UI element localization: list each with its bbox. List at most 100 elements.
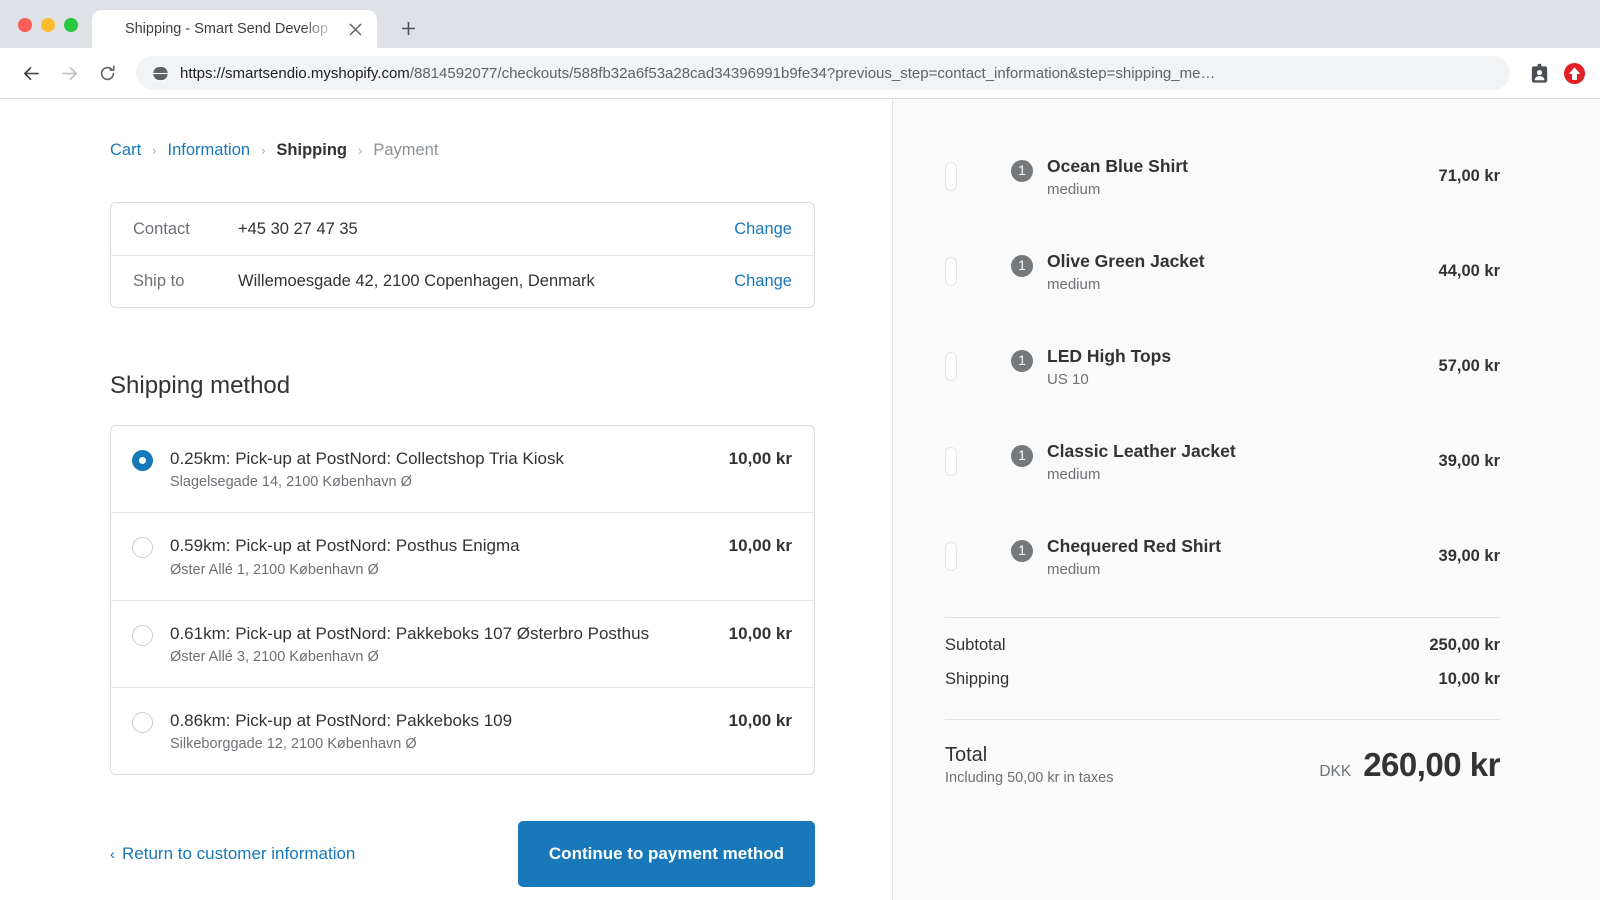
shipping-option-0[interactable]: 0.25km: Pick-up at PostNord: Collectshop… xyxy=(111,426,814,512)
contact-card-icon[interactable] xyxy=(1528,62,1551,85)
address-bar[interactable]: https://smartsendio.myshopify.com/881459… xyxy=(136,56,1510,90)
list-item: 1 Classic Leather Jacket medium 39,00 kr xyxy=(945,414,1500,509)
product-variant: medium xyxy=(1047,561,1423,578)
product-name: LED High Tops xyxy=(1047,345,1423,368)
product-variant: medium xyxy=(1047,466,1423,483)
product-name: Olive Green Jacket xyxy=(1047,250,1423,273)
total-tax-note: Including 50,00 kr in taxes xyxy=(945,770,1113,786)
list-item: 1 Olive Green Jacket medium 44,00 kr xyxy=(945,224,1500,319)
product-variant: US 10 xyxy=(1047,371,1423,388)
checkout-actions: ‹ Return to customer information Continu… xyxy=(110,821,815,887)
product-thumbnail: 1 xyxy=(945,453,1025,471)
shipping-option-1[interactable]: 0.59km: Pick-up at PostNord: Posthus Eni… xyxy=(111,512,814,599)
minimize-window-button[interactable] xyxy=(41,18,55,32)
shipping-total-value: 10,00 kr xyxy=(1439,670,1500,689)
extension-icons xyxy=(1524,62,1586,85)
quantity-badge: 1 xyxy=(1009,538,1035,564)
new-tab-icon[interactable] xyxy=(391,11,425,45)
quantity-badge: 1 xyxy=(1009,348,1035,374)
shipping-option-address: Silkeborggade 12, 2100 København Ø xyxy=(170,736,711,752)
product-price: 71,00 kr xyxy=(1439,167,1500,186)
shipping-method-list: 0.25km: Pick-up at PostNord: Collectshop… xyxy=(110,425,815,775)
shipping-option-address: Slagelsegade 14, 2100 København Ø xyxy=(170,474,711,490)
radio-icon[interactable] xyxy=(132,537,153,558)
ship-to-row: Ship to Willemoesgade 42, 2100 Copenhage… xyxy=(111,255,814,307)
close-window-button[interactable] xyxy=(18,18,32,32)
summary-divider xyxy=(945,617,1500,618)
total-amount: 260,00 kr xyxy=(1363,746,1500,784)
shipping-option-name: 0.61km: Pick-up at PostNord: Pakkeboks 1… xyxy=(170,624,649,643)
ship-to-value: Willemoesgade 42, 2100 Copenhagen, Denma… xyxy=(238,272,734,291)
chevron-left-icon: ‹ xyxy=(110,846,115,863)
url-host: https://smartsendio.myshopify.com xyxy=(180,65,410,82)
product-name: Ocean Blue Shirt xyxy=(1047,155,1423,178)
shipping-option-3[interactable]: 0.86km: Pick-up at PostNord: Pakkeboks 1… xyxy=(111,687,814,774)
subtotal-label: Subtotal xyxy=(945,636,1006,655)
contact-value: +45 30 27 47 35 xyxy=(238,220,734,239)
url-text: https://smartsendio.myshopify.com/881459… xyxy=(180,65,1215,82)
maximize-window-button[interactable] xyxy=(64,18,78,32)
product-price: 39,00 kr xyxy=(1439,547,1500,566)
shipping-option-price: 10,00 kr xyxy=(729,710,792,731)
url-path: /8814592077/checkouts/588fb32a6f53a28cad… xyxy=(410,65,1216,82)
shipping-option-price: 10,00 kr xyxy=(729,623,792,644)
return-to-customer-information-link[interactable]: ‹ Return to customer information xyxy=(110,844,355,864)
total-label: Total xyxy=(945,744,1113,767)
tab-strip: Shipping - Smart Send Develop xyxy=(0,0,1600,48)
product-price: 39,00 kr xyxy=(1439,452,1500,471)
product-variant: medium xyxy=(1047,181,1423,198)
quantity-badge: 1 xyxy=(1009,158,1035,184)
shipping-option-name: 0.86km: Pick-up at PostNord: Pakkeboks 1… xyxy=(170,711,512,730)
checkout-main: Cart › Information › Shipping › Payment … xyxy=(0,99,893,900)
breadcrumb-item-information[interactable]: Information xyxy=(168,141,251,160)
radio-icon[interactable] xyxy=(132,625,153,646)
radio-icon-selected[interactable] xyxy=(132,450,153,471)
breadcrumb-item-cart[interactable]: Cart xyxy=(110,141,141,160)
browser-window: Shipping - Smart Send Develop https://sm… xyxy=(0,0,1600,900)
product-thumbnail: 1 xyxy=(945,263,1025,281)
close-tab-icon[interactable] xyxy=(343,17,367,41)
subtotal-value: 250,00 kr xyxy=(1429,636,1500,655)
shipping-option-address: Øster Allé 1, 2100 København Ø xyxy=(170,562,711,578)
shipping-option-2[interactable]: 0.61km: Pick-up at PostNord: Pakkeboks 1… xyxy=(111,600,814,687)
chevron-right-icon: › xyxy=(358,143,362,158)
product-thumbnail: 1 xyxy=(945,358,1025,376)
breadcrumb-item-payment: Payment xyxy=(373,141,438,160)
return-link-label: Return to customer information xyxy=(122,844,355,864)
total-section: Total Including 50,00 kr in taxes DKK 26… xyxy=(945,719,1500,786)
change-address-link[interactable]: Change xyxy=(734,272,792,291)
customer-info-card: Contact +45 30 27 47 35 Change Ship to W… xyxy=(110,202,815,308)
chevron-right-icon: › xyxy=(152,143,156,158)
quantity-badge: 1 xyxy=(1009,253,1035,279)
forward-icon[interactable] xyxy=(52,56,86,90)
shipping-option-price: 10,00 kr xyxy=(729,448,792,469)
browser-tab[interactable]: Shipping - Smart Send Develop xyxy=(92,10,377,48)
list-item: 1 Ocean Blue Shirt medium 71,00 kr xyxy=(945,129,1500,224)
order-summary-sidebar: 1 Ocean Blue Shirt medium 71,00 kr 1 Oli… xyxy=(893,99,1600,900)
back-icon[interactable] xyxy=(14,56,48,90)
ship-to-label: Ship to xyxy=(133,272,238,291)
shipping-option-name: 0.59km: Pick-up at PostNord: Posthus Eni… xyxy=(170,536,520,555)
contact-label: Contact xyxy=(133,220,238,239)
list-item: 1 LED High Tops US 10 57,00 kr xyxy=(945,319,1500,414)
product-thumbnail: 1 xyxy=(945,548,1025,566)
subtotal-row: Subtotal 250,00 kr xyxy=(945,628,1500,662)
product-variant: medium xyxy=(1047,276,1423,293)
breadcrumb: Cart › Information › Shipping › Payment xyxy=(110,141,815,160)
shipping-total-row: Shipping 10,00 kr xyxy=(945,662,1500,696)
browser-toolbar: https://smartsendio.myshopify.com/881459… xyxy=(0,48,1600,99)
product-price: 57,00 kr xyxy=(1439,357,1500,376)
shipping-option-address: Øster Allé 3, 2100 København Ø xyxy=(170,649,711,665)
breadcrumb-item-shipping: Shipping xyxy=(276,141,347,160)
continue-to-payment-button[interactable]: Continue to payment method xyxy=(518,821,815,887)
upload-arrow-icon[interactable] xyxy=(1563,62,1586,85)
list-item: 1 Chequered Red Shirt medium 39,00 kr xyxy=(945,509,1500,604)
chevron-right-icon: › xyxy=(261,143,265,158)
product-name: Chequered Red Shirt xyxy=(1047,535,1423,558)
change-contact-link[interactable]: Change xyxy=(734,220,792,239)
radio-icon[interactable] xyxy=(132,712,153,733)
reload-icon[interactable] xyxy=(90,56,124,90)
contact-row: Contact +45 30 27 47 35 Change xyxy=(111,203,814,255)
tab-title: Shipping - Smart Send Develop xyxy=(110,21,343,37)
window-traffic-lights xyxy=(0,18,92,48)
